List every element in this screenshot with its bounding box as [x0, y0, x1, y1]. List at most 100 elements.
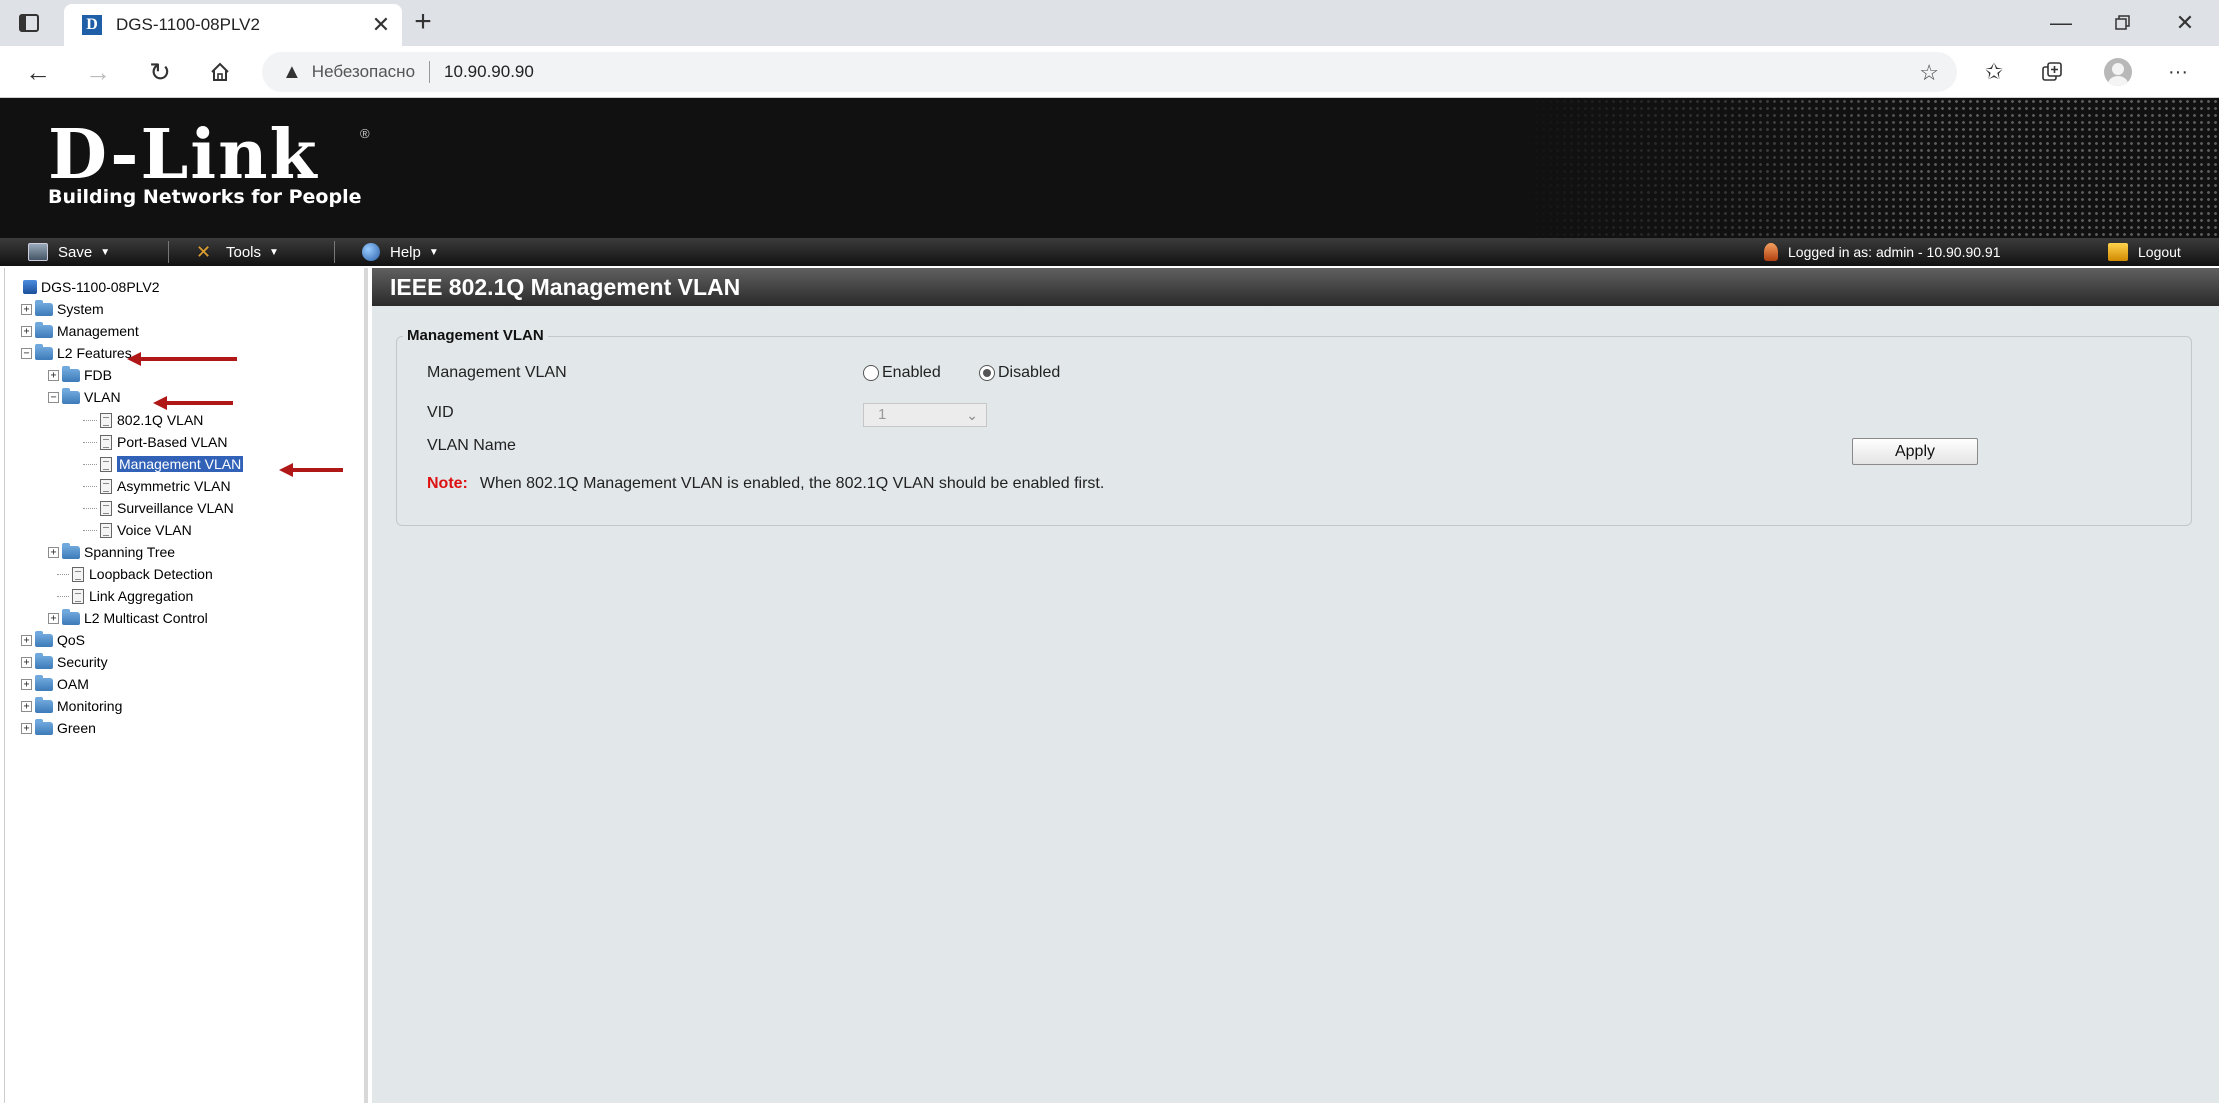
tools-menu[interactable]: ✕ Tools ▼: [196, 242, 279, 262]
url-separator: [429, 61, 431, 83]
folder-icon: [35, 299, 53, 316]
menu-separator: [334, 241, 335, 263]
insecure-label[interactable]: Небезопасно: [312, 62, 415, 82]
restore-icon[interactable]: [2100, 6, 2146, 40]
tree-item-label: Loopback Detection: [89, 566, 213, 582]
tree-item-qos[interactable]: + QoS: [21, 630, 85, 650]
folder-icon: [62, 542, 80, 559]
tree-item-l2-multicast-control[interactable]: + L2 Multicast Control: [48, 608, 208, 628]
note-body: When 802.1Q Management VLAN is enabled, …: [479, 475, 1105, 492]
tree-item-system[interactable]: + System: [21, 299, 104, 319]
reload-icon[interactable]: ↻: [142, 54, 178, 90]
collections-icon[interactable]: [2034, 54, 2070, 90]
back-icon[interactable]: ←: [20, 54, 56, 90]
tree-item-label: L2 Multicast Control: [84, 610, 208, 626]
folder-icon: [62, 608, 80, 625]
tree-item-green[interactable]: + Green: [21, 718, 96, 738]
logout-button[interactable]: Logout: [2108, 242, 2181, 262]
tree-item-label: Monitoring: [57, 698, 123, 714]
url-bar[interactable]: ▲ Небезопасно 10.90.90.90 ☆: [262, 52, 1957, 92]
tab-actions-icon[interactable]: [14, 8, 44, 38]
expand-plus-icon[interactable]: +: [48, 546, 59, 558]
tree-item-link-aggregation[interactable]: Link Aggregation: [57, 586, 193, 606]
home-icon[interactable]: [202, 54, 238, 90]
tree-item-spanning-tree[interactable]: + Spanning Tree: [48, 542, 175, 562]
enabled-radio[interactable]: Enabled: [863, 364, 941, 382]
document-icon: [100, 478, 112, 494]
vid-select[interactable]: 1 ⌄: [863, 403, 987, 427]
radio-unchecked-icon[interactable]: [863, 365, 879, 381]
tree-item-management[interactable]: + Management: [21, 321, 139, 341]
tree-item-port-based-vlan[interactable]: Port-Based VLAN: [83, 432, 228, 452]
more-options-icon[interactable]: ···: [2160, 54, 2196, 90]
document-icon: [100, 434, 112, 450]
expand-plus-icon[interactable]: +: [21, 634, 32, 646]
add-favorite-icon[interactable]: ☆: [1919, 60, 1939, 86]
caret-down-icon: ▼: [269, 246, 279, 258]
expand-plus-icon[interactable]: +: [48, 612, 59, 624]
tree-item-voice-vlan[interactable]: Voice VLAN: [83, 520, 192, 540]
floppy-disk-icon: [28, 243, 48, 261]
profile-avatar-icon[interactable]: [2100, 54, 2136, 90]
tree-item-monitoring[interactable]: + Monitoring: [21, 696, 122, 716]
minimize-icon[interactable]: —: [2038, 6, 2084, 40]
tree-item-8021q-vlan[interactable]: 802.1Q VLAN: [83, 410, 203, 430]
help-menu[interactable]: Help ▼: [362, 242, 439, 262]
apply-button[interactable]: Apply: [1852, 438, 1978, 465]
dot-pattern-decoration: [1519, 98, 2219, 238]
caret-down-icon: ▼: [100, 246, 111, 258]
expand-plus-icon[interactable]: +: [21, 722, 32, 734]
tree-item-oam[interactable]: + OAM: [21, 674, 89, 694]
tree-item-management-vlan[interactable]: Management VLAN: [83, 454, 244, 474]
folder-icon: [35, 630, 53, 647]
tab-close-icon[interactable]: ✕: [366, 12, 396, 38]
collapse-minus-icon[interactable]: −: [48, 391, 59, 403]
tree-connector: [57, 573, 69, 575]
expand-plus-icon[interactable]: +: [21, 303, 32, 315]
collapse-minus-icon[interactable]: −: [21, 347, 32, 359]
caret-down-icon: ▼: [428, 246, 439, 258]
expand-plus-icon[interactable]: +: [48, 369, 59, 381]
enabled-radio-label: Enabled: [882, 364, 941, 381]
tree-item-label: QoS: [57, 632, 86, 648]
expand-plus-icon[interactable]: +: [21, 700, 32, 712]
folder-icon: [35, 652, 53, 669]
folder-open-icon: [62, 387, 80, 404]
registered-mark-icon: ®: [360, 126, 370, 141]
tree-item-asymmetric-vlan[interactable]: Asymmetric VLAN: [83, 476, 231, 496]
tree-item-security[interactable]: + Security: [21, 652, 108, 672]
disabled-radio[interactable]: Disabled: [979, 364, 1060, 382]
tree-item-label: Surveillance VLAN: [117, 500, 234, 516]
switch-device-icon: [23, 280, 37, 294]
help-menu-label: Help: [390, 243, 421, 261]
tree-root-device[interactable]: DGS-1100-08PLV2: [23, 277, 160, 297]
radio-checked-icon[interactable]: [979, 365, 995, 381]
dlink-favicon-icon: D: [82, 15, 102, 35]
fieldset-legend: Management VLAN: [403, 327, 548, 344]
forward-icon[interactable]: →: [80, 54, 116, 90]
new-tab-button[interactable]: +: [406, 6, 440, 40]
tree-item-loopback-detection[interactable]: Loopback Detection: [57, 564, 213, 584]
tree-item-fdb[interactable]: + FDB: [48, 365, 112, 385]
tree-item-surveillance-vlan[interactable]: Surveillance VLAN: [83, 498, 234, 518]
favorites-icon[interactable]: ✩: [1976, 54, 2012, 90]
expand-plus-icon[interactable]: +: [21, 656, 32, 668]
document-icon: [72, 566, 84, 582]
browser-tab[interactable]: D DGS-1100-08PLV2 ✕: [64, 4, 402, 46]
tree-item-label: Spanning Tree: [84, 544, 176, 560]
expand-plus-icon[interactable]: +: [21, 325, 32, 337]
warning-icon[interactable]: ▲: [282, 61, 302, 84]
vlan-name-label: VLAN Name: [427, 437, 516, 454]
save-menu[interactable]: Save ▼: [28, 242, 110, 262]
tree-connector: [83, 419, 97, 421]
tree-item-vlan[interactable]: − VLAN: [48, 387, 121, 407]
tree-item-label: System: [57, 301, 104, 317]
expand-plus-icon[interactable]: +: [21, 678, 32, 690]
tree-item-label: OAM: [57, 676, 89, 692]
vid-select-value: 1: [878, 406, 887, 423]
url-text[interactable]: 10.90.90.90: [444, 62, 534, 82]
close-window-icon[interactable]: ✕: [2162, 6, 2208, 40]
tree-item-l2-features[interactable]: − L2 Features: [21, 343, 132, 363]
document-icon: [100, 522, 112, 538]
tree-connector: [83, 529, 97, 531]
